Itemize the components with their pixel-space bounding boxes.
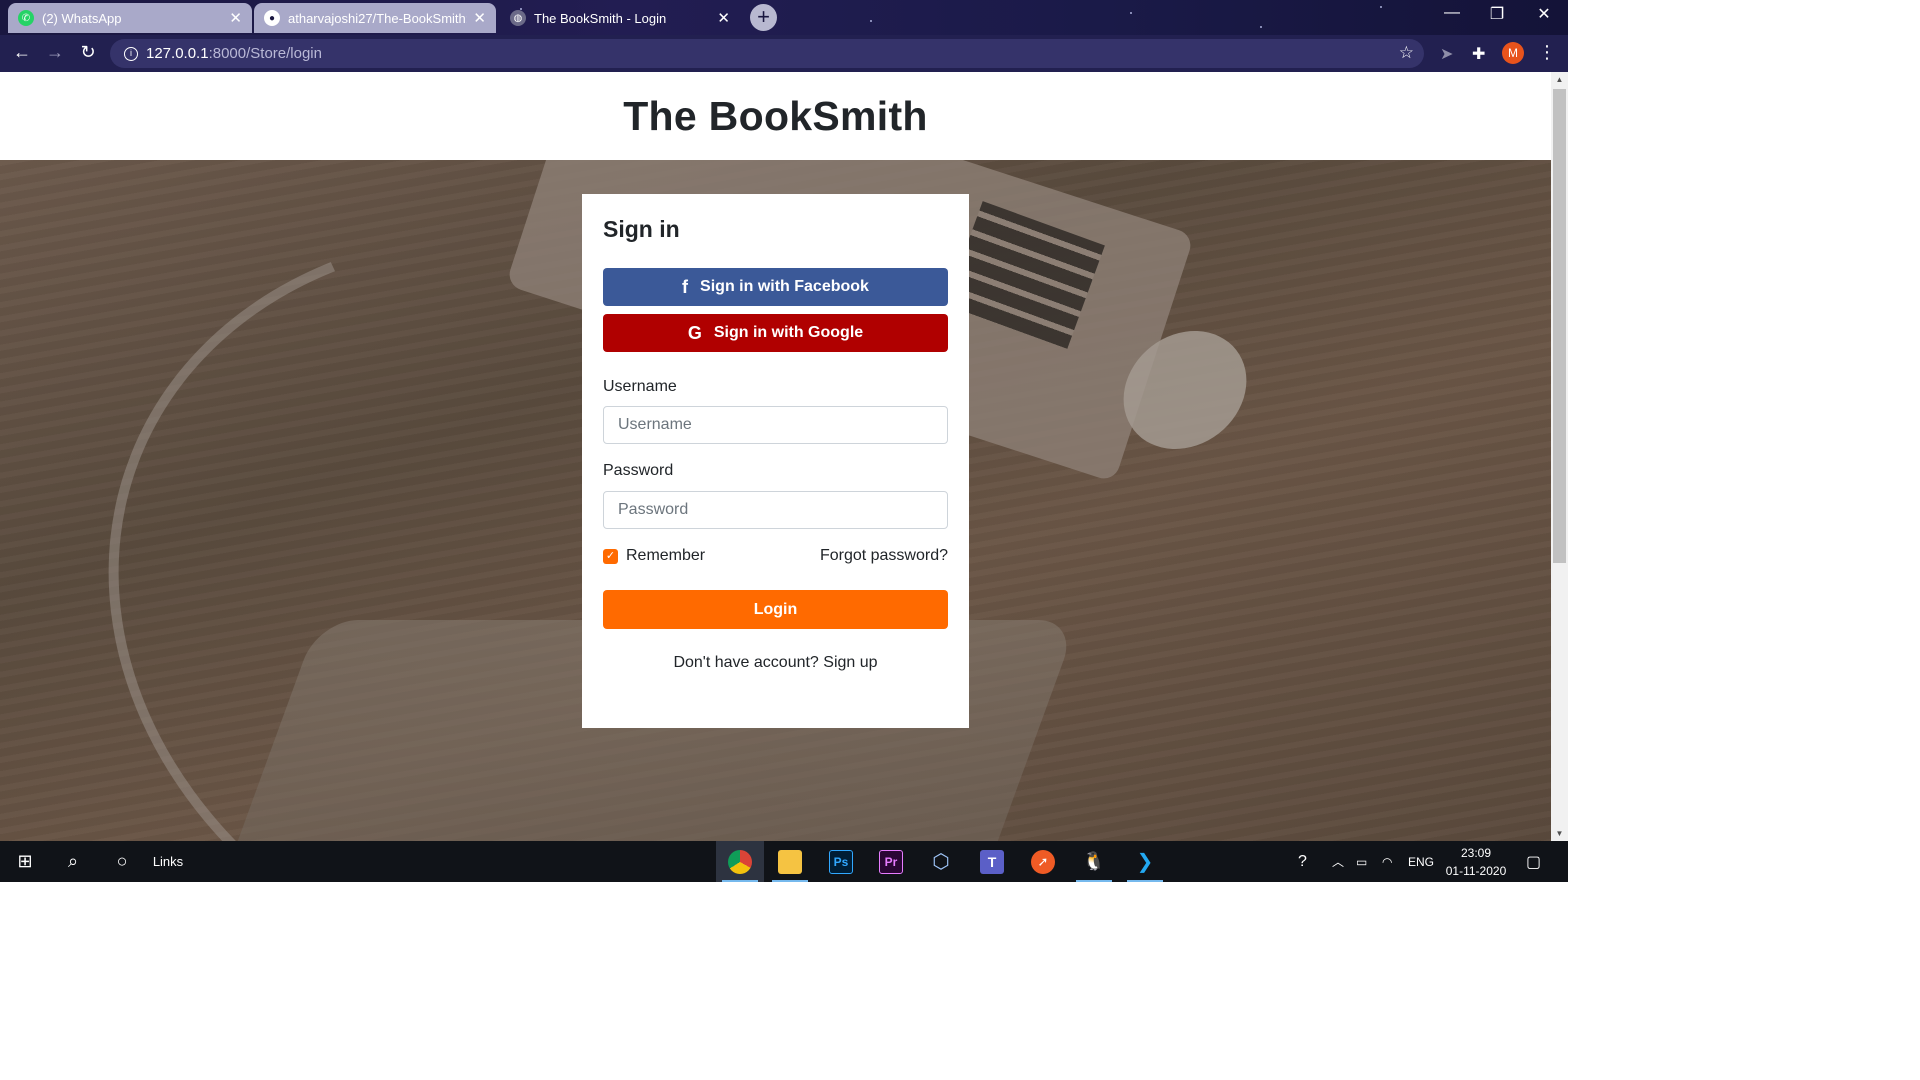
- close-tab-icon[interactable]: ✕: [229, 9, 242, 27]
- globe-icon: ◍: [510, 10, 526, 26]
- browser-toolbar: ← → ↻ i 127.0.0.1:8000/Store/login ☆ ➤ ✚: [0, 35, 1568, 72]
- battery-icon[interactable]: ▭: [1356, 841, 1367, 882]
- photoshop-icon[interactable]: Ps: [817, 841, 865, 882]
- search-icon[interactable]: ⌕: [58, 841, 88, 882]
- tab-github[interactable]: ● atharvajoshi27/The-BookSmith: [ ✕: [254, 3, 496, 33]
- show-hidden-icons-chevron-icon[interactable]: ︿: [1332, 841, 1344, 882]
- address-bar[interactable]: i 127.0.0.1:8000/Store/login ☆: [110, 39, 1424, 68]
- cortana-icon[interactable]: ○: [106, 841, 138, 882]
- new-tab-button[interactable]: +: [750, 4, 777, 31]
- language-indicator[interactable]: ENG: [1408, 841, 1434, 882]
- vscode-logo: ❯: [1136, 851, 1154, 873]
- facebook-icon: f: [682, 276, 689, 297]
- forgot-password-link[interactable]: Forgot password?: [820, 547, 948, 565]
- tab-whatsapp[interactable]: ✆ (2) WhatsApp ✕: [8, 3, 252, 33]
- extensions-puzzle-icon[interactable]: ✚: [1472, 44, 1485, 64]
- teams-logo: T: [980, 849, 1004, 874]
- chrome-logo: [728, 849, 752, 874]
- profile-avatar[interactable]: M: [1502, 42, 1524, 64]
- teams-icon[interactable]: T: [968, 841, 1016, 882]
- remember-label[interactable]: Remember: [626, 547, 705, 565]
- facebook-signin-label: Sign in with Facebook: [700, 278, 869, 295]
- close-window-icon[interactable]: ✕: [1524, 4, 1564, 24]
- google-icon: G: [687, 322, 702, 343]
- bookmark-star-icon[interactable]: ☆: [1399, 43, 1414, 63]
- signup-link[interactable]: Don't have account? Sign up: [582, 654, 969, 672]
- windows-taskbar: ⊞ ⌕ ○ Links Ps Pr ⬡ T ➚ 🐧 ❯ ? ︿ ▭ ◠ ENG …: [0, 841, 1568, 882]
- vscode-icon[interactable]: ❯: [1121, 841, 1169, 882]
- taskbar-links-label[interactable]: Links: [148, 841, 188, 882]
- premiere-logo: Pr: [879, 849, 903, 874]
- browser-tab-strip: ✆ (2) WhatsApp ✕ ● atharvajoshi27/The-Bo…: [0, 0, 1568, 35]
- postman-icon[interactable]: ➚: [1019, 841, 1067, 882]
- folder-logo: [778, 849, 802, 874]
- whatsapp-icon: ✆: [18, 10, 34, 26]
- google-signin-button[interactable]: G Sign in with Google: [603, 314, 948, 352]
- restore-icon[interactable]: ❐: [1477, 4, 1517, 24]
- tab-title: The BookSmith - Login: [534, 10, 667, 26]
- url-host: 127.0.0.1: [146, 45, 209, 62]
- username-label: Username: [603, 378, 677, 395]
- tab-title: (2) WhatsApp: [42, 10, 122, 26]
- chrome-icon[interactable]: [716, 841, 764, 882]
- close-tab-icon[interactable]: ✕: [717, 9, 730, 27]
- linux-icon[interactable]: 🐧: [1070, 841, 1118, 882]
- password-input[interactable]: [603, 491, 948, 529]
- cube-logo: ⬡: [932, 851, 950, 873]
- wifi-icon[interactable]: ◠: [1382, 841, 1392, 882]
- signin-heading: Sign in: [603, 216, 680, 242]
- scrollbar-thumb[interactable]: [1553, 89, 1566, 563]
- postman-logo: ➚: [1031, 849, 1055, 874]
- signin-card: Sign in f Sign in with Facebook G Sign i…: [582, 194, 969, 728]
- scroll-up-arrow-icon[interactable]: ▲: [1551, 72, 1568, 87]
- tab-title: atharvajoshi27/The-BookSmith: [: [288, 10, 468, 26]
- windows-start-icon[interactable]: ⊞: [8, 841, 42, 882]
- extension-send-icon[interactable]: ➤: [1440, 44, 1453, 64]
- site-info-icon[interactable]: i: [124, 46, 138, 61]
- google-signin-label: Sign in with Google: [713, 324, 864, 341]
- url-path: :8000/Store/login: [208, 45, 322, 62]
- username-input[interactable]: [603, 406, 948, 444]
- password-label: Password: [603, 462, 674, 479]
- notifications-icon[interactable]: ▢: [1526, 841, 1541, 882]
- github-icon: ●: [264, 10, 280, 26]
- clock-date: 01-11-2020: [1445, 864, 1507, 878]
- tab-booksmith-login[interactable]: ◍ The BookSmith - Login ✕: [500, 3, 740, 33]
- background-star: [1260, 26, 1262, 28]
- background-star: [1380, 6, 1382, 8]
- remember-row: ✓ Remember Forgot password?: [603, 547, 948, 567]
- virtualbox-icon[interactable]: ⬡: [917, 841, 965, 882]
- taskbar-clock[interactable]: 23:09 01-11-2020: [1440, 844, 1512, 880]
- browser-menu-icon[interactable]: ⋮: [1538, 42, 1556, 63]
- remember-checkbox[interactable]: ✓: [603, 549, 618, 564]
- forward-arrow-icon[interactable]: →: [43, 42, 67, 63]
- site-title: The BookSmith: [623, 92, 928, 139]
- scroll-down-arrow-icon[interactable]: ▼: [1551, 826, 1568, 841]
- background-star: [1130, 12, 1132, 14]
- tux-logo: 🐧: [1082, 851, 1106, 871]
- file-explorer-icon[interactable]: [766, 841, 814, 882]
- premiere-icon[interactable]: Pr: [867, 841, 915, 882]
- help-icon[interactable]: ?: [1298, 841, 1307, 882]
- facebook-signin-button[interactable]: f Sign in with Facebook: [603, 268, 948, 306]
- back-arrow-icon[interactable]: ←: [10, 42, 34, 63]
- page-scrollbar[interactable]: ▲ ▼: [1551, 72, 1568, 841]
- background-star: [870, 20, 872, 22]
- photoshop-logo: Ps: [829, 849, 853, 874]
- reload-icon[interactable]: ↻: [76, 42, 100, 63]
- login-button[interactable]: Login: [603, 590, 948, 629]
- close-tab-icon[interactable]: ✕: [473, 9, 486, 27]
- site-header: The BookSmith: [0, 72, 1551, 160]
- minimize-icon[interactable]: —: [1432, 4, 1472, 22]
- clock-time: 23:09: [1460, 846, 1492, 860]
